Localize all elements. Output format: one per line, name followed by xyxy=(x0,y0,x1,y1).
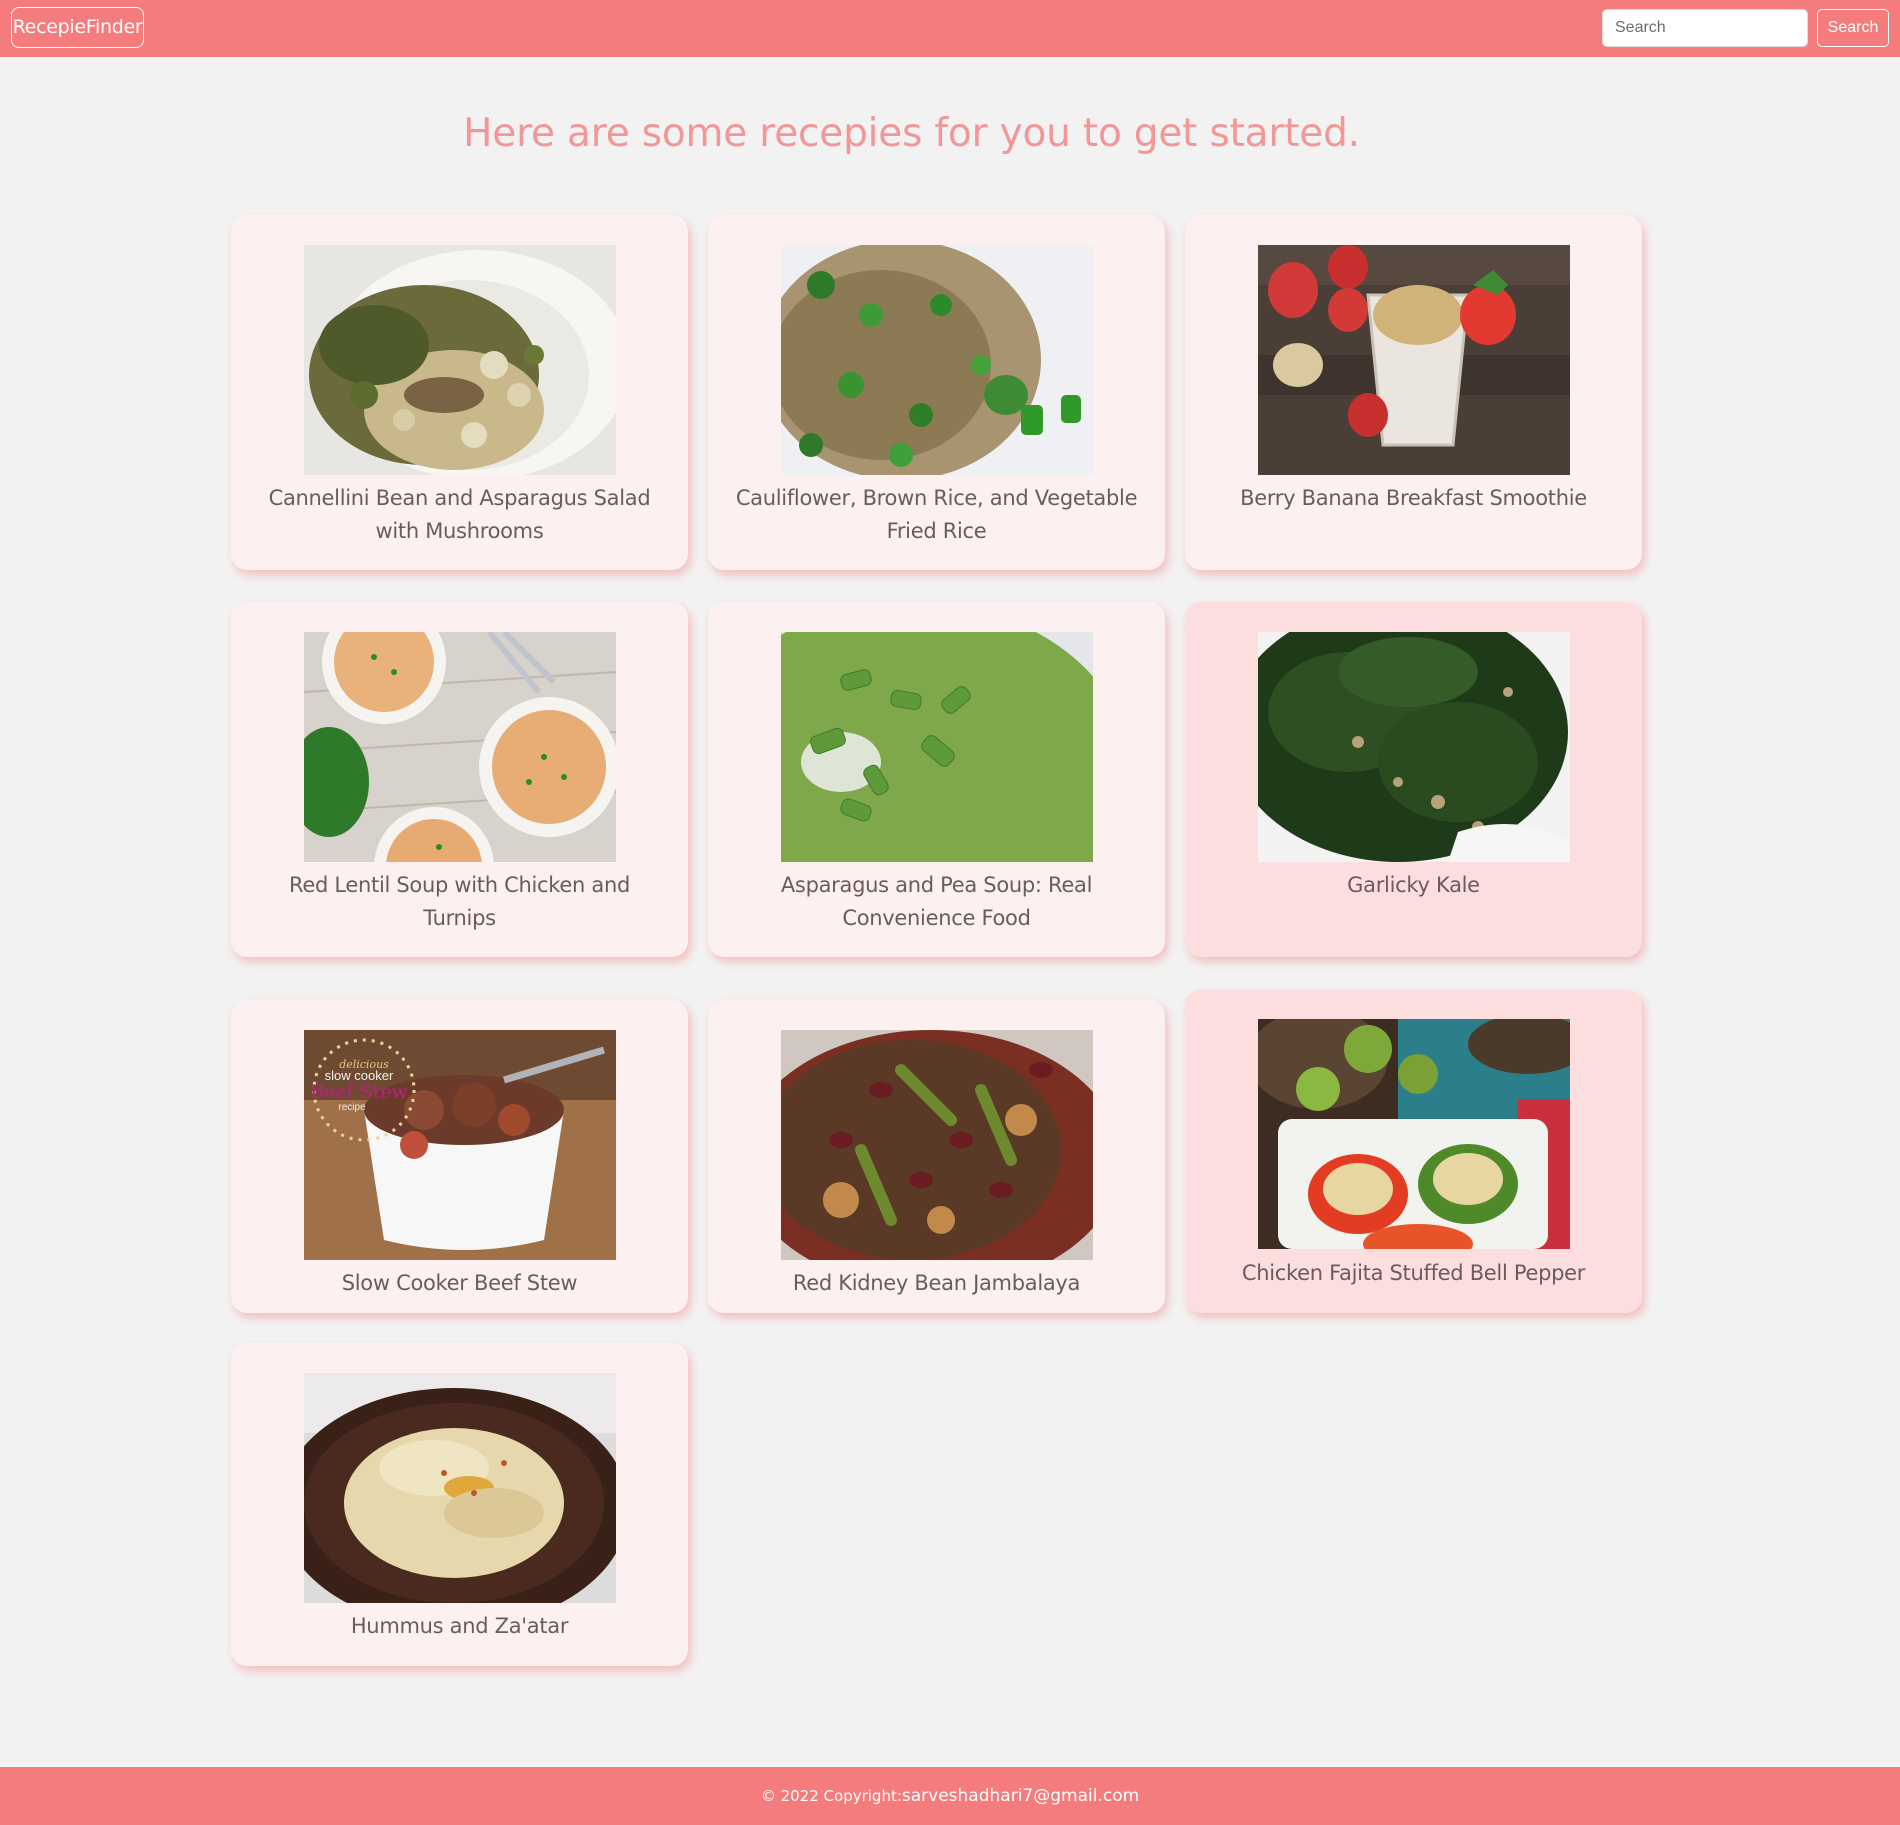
search-input[interactable] xyxy=(1602,9,1808,47)
recipe-title: Cauliflower, Brown Rice, and Vegetable F… xyxy=(735,486,1138,543)
photo-caption-beef-stew: Beef Stew xyxy=(310,1081,408,1103)
recipe-image xyxy=(1258,245,1570,475)
brand-logo[interactable]: RecepieFinder xyxy=(11,7,144,48)
recipe-image: delicious slow cooker Beef Stew recipe xyxy=(304,1030,616,1260)
recipe-card[interactable]: Berry Banana Breakfast Smoothie xyxy=(1185,215,1642,570)
search-button[interactable]: Search xyxy=(1817,9,1889,47)
recipe-card[interactable]: Red Lentil Soup with Chicken and Turnips xyxy=(231,602,688,957)
footer-email[interactable]: sarveshadhari7@gmail.com xyxy=(902,1786,1139,1806)
recipe-card[interactable]: Asparagus and Pea Soup: Real Convenience… xyxy=(708,602,1165,957)
recipe-card[interactable]: Hummus and Za'atar xyxy=(231,1343,688,1666)
recipe-card[interactable]: Cauliflower, Brown Rice, and Vegetable F… xyxy=(708,215,1165,570)
recipe-card[interactable]: Garlicky Kale xyxy=(1185,602,1642,957)
recipe-card[interactable]: Cannellini Bean and Asparagus Salad with… xyxy=(231,215,688,570)
recipe-image xyxy=(781,632,1093,862)
recipe-title: Cannellini Bean and Asparagus Salad with… xyxy=(268,486,651,543)
recipe-title: Chicken Fajita Stuffed Bell Pepper xyxy=(1241,1261,1586,1285)
recipe-title: Asparagus and Pea Soup: Real Convenience… xyxy=(780,873,1093,930)
recipe-card[interactable]: delicious slow cooker Beef Stew recipe S… xyxy=(231,1000,688,1313)
recipe-title: Hummus and Za'atar xyxy=(350,1614,569,1638)
navbar: RecepieFinder Search xyxy=(0,0,1900,57)
recipe-card[interactable]: Chicken Fajita Stuffed Bell Pepper xyxy=(1185,990,1642,1313)
photo-caption-recipe: recipe xyxy=(338,1102,366,1113)
recipe-title: Berry Banana Breakfast Smoothie xyxy=(1240,486,1587,510)
recipe-title: Slow Cooker Beef Stew xyxy=(341,1271,578,1295)
recipe-title: Red Lentil Soup with Chicken and Turnips xyxy=(288,873,630,930)
recipe-image xyxy=(304,1373,616,1603)
recipe-image xyxy=(1258,1019,1570,1249)
recipe-image xyxy=(781,1030,1093,1260)
footer: © 2022 Copyright:sarveshadhari7@gmail.co… xyxy=(0,1767,1900,1825)
recipe-image xyxy=(781,245,1093,475)
page-heading: Here are some recepies for you to get st… xyxy=(463,111,1360,156)
recipe-title: Red Kidney Bean Jambalaya xyxy=(792,1271,1081,1295)
recipe-card[interactable]: Red Kidney Bean Jambalaya xyxy=(708,1000,1165,1313)
recipe-image xyxy=(1258,632,1570,862)
recipe-image xyxy=(304,245,616,475)
recipe-image xyxy=(304,632,616,862)
recipe-title: Garlicky Kale xyxy=(1347,873,1480,897)
footer-copyright: © 2022 Copyright: xyxy=(760,1787,902,1805)
